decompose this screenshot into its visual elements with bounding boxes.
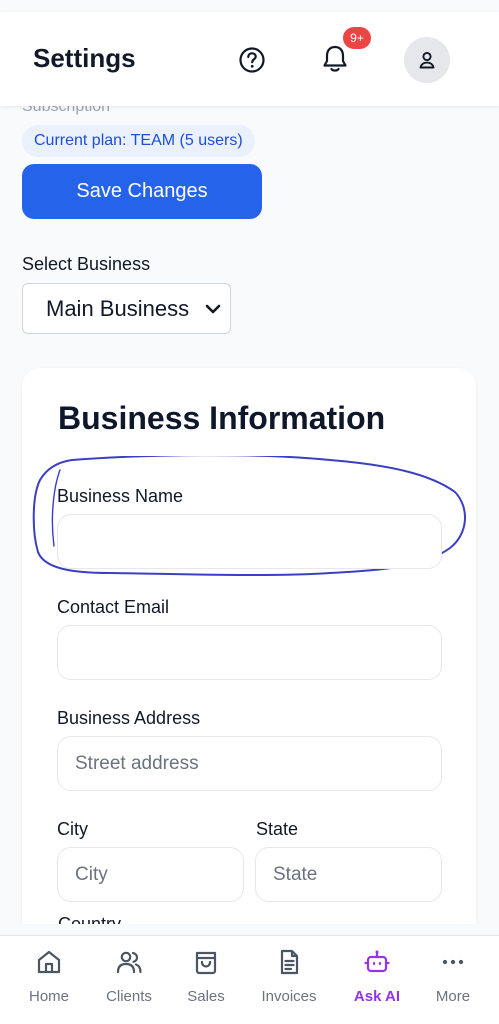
business-information-card: Business Information Business Name Conta… xyxy=(22,368,476,924)
scroll-content[interactable]: Subscription Current plan: TEAM (5 users… xyxy=(0,12,499,924)
state-label: State xyxy=(256,819,299,839)
nav-label-sales: Sales xyxy=(187,988,225,1005)
nav-label-clients: Clients xyxy=(106,988,152,1005)
save-changes-button[interactable]: Save Changes xyxy=(22,164,262,219)
business-select[interactable]: Main Business xyxy=(22,283,231,334)
nav-label-home: Home xyxy=(28,988,69,1005)
street-address-input[interactable]: Street address xyxy=(57,736,442,791)
document-icon xyxy=(280,949,299,975)
nav-item-more[interactable]: More xyxy=(428,946,478,1016)
contact-email-input[interactable] xyxy=(57,625,442,680)
user-icon xyxy=(419,51,435,69)
page-title: Settings xyxy=(33,43,136,73)
nav-item-home[interactable]: Home xyxy=(24,946,74,1016)
notification-badge: 9+ xyxy=(343,27,371,49)
help-icon[interactable] xyxy=(238,46,266,74)
state-input[interactable]: State xyxy=(255,847,442,902)
avatar[interactable] xyxy=(404,37,450,83)
nav-label-more: More xyxy=(435,988,471,1005)
nav-item-clients[interactable]: Clients xyxy=(101,946,157,1016)
country-label-cut: Country xyxy=(58,914,122,924)
bell-icon[interactable] xyxy=(320,42,350,74)
city-input[interactable]: City xyxy=(57,847,244,902)
nav-item-ask-ai[interactable]: Ask AI xyxy=(349,946,405,1016)
top-strip xyxy=(0,0,499,12)
users-icon xyxy=(116,951,142,974)
business-select-value: Main Business xyxy=(46,295,190,321)
robot-icon xyxy=(364,950,390,973)
nav-item-sales[interactable]: Sales xyxy=(181,946,231,1016)
bottom-navigation: Home Clients Sales Invoices Ask AI More xyxy=(0,935,499,1024)
nav-label-invoices: Invoices xyxy=(261,988,317,1005)
home-icon xyxy=(37,950,61,974)
current-plan-badge: Current plan: TEAM (5 users) xyxy=(22,125,255,157)
more-icon xyxy=(442,959,464,965)
city-label: City xyxy=(57,819,88,839)
select-business-label: Select Business xyxy=(22,254,151,274)
nav-label-ask-ai: Ask AI xyxy=(353,988,401,1005)
app-header: Settings 9+ xyxy=(0,12,499,106)
nav-item-invoices[interactable]: Invoices xyxy=(256,946,322,1016)
business-name-label: Business Name xyxy=(57,486,184,506)
business-name-input[interactable] xyxy=(57,514,442,569)
shopping-bag-icon xyxy=(195,951,217,975)
business-address-label: Business Address xyxy=(57,708,201,728)
contact-email-label: Contact Email xyxy=(57,597,170,617)
chevron-down-icon xyxy=(205,304,221,314)
card-title: Business Information xyxy=(58,400,386,436)
